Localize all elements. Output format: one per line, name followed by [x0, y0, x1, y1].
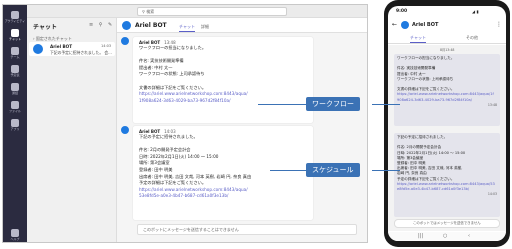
phone-icon: [11, 83, 19, 91]
apps-icon: [11, 119, 19, 127]
back-arrow-icon[interactable]: ←: [392, 21, 397, 28]
mobile-tabs: チャット その他: [388, 34, 506, 44]
mobile-compose-box[interactable]: このボットではメッセージを送信できません: [394, 219, 500, 228]
message-link[interactable]: https://ariel.www.arielnetworkshop.com:8…: [139, 187, 249, 200]
schedule-callout: スケジュール: [306, 163, 360, 177]
status-indicators: ◢ ▮: [472, 9, 479, 14]
tab-chat[interactable]: チャット: [179, 24, 195, 32]
mobile-message-time: 13:48: [487, 102, 497, 107]
rail-item-label: チャット: [9, 37, 21, 41]
schedule-message: Ariel BOT 14:03 下記の予定に招待されました。 件名: 2月の開発予定…: [133, 126, 313, 220]
workflow-message: Ariel BOT 13:48 ワークフローの担当になりました。 件名: 実技技術開…: [133, 37, 313, 123]
mobile-tab-chat[interactable]: チャット: [410, 35, 426, 43]
schedule-callout-line: [270, 170, 310, 171]
rail-item-label: アプリ: [10, 127, 20, 131]
bot-avatar: [122, 21, 131, 30]
rail-item-label: 通話: [11, 91, 18, 95]
mobile-title: Ariel BOT: [412, 22, 439, 28]
mobile-tab-more[interactable]: その他: [466, 35, 478, 41]
message-line: 予定の詳細は下記をご覧ください。: [139, 180, 207, 186]
file-icon: [11, 101, 19, 109]
conversation-header: Ariel BOT チャット 詳細: [117, 18, 367, 33]
conversation-title: Ariel BOT: [135, 22, 167, 29]
rail-item-3[interactable]: 予定表: [3, 63, 27, 81]
rail-item-1[interactable]: チャット: [3, 27, 27, 45]
nav-recent-icon[interactable]: |||: [418, 233, 423, 239]
mobile-header: ← Ariel BOT ⋮: [388, 18, 506, 32]
rail-item-0[interactable]: アクティビティ: [3, 9, 27, 27]
message-line: [139, 78, 313, 85]
nav-back-icon[interactable]: ‹: [468, 233, 470, 239]
status-time: 9:00: [396, 9, 408, 14]
help-icon: [11, 229, 19, 237]
workflow-callout-line-right: [372, 104, 400, 105]
rail-item-label: ヘルプ: [10, 237, 20, 241]
title-bar: ⚲ 検索: [27, 5, 367, 18]
schedule-callout-line-right: [372, 170, 400, 171]
phone-frame: 9:00 ◢ ▮ ← Ariel BOT ⋮ チャット その他 8月13:48 …: [384, 0, 510, 247]
more-icon[interactable]: ⋮: [496, 21, 502, 28]
rail-item-2[interactable]: チーム: [3, 45, 27, 63]
chat-icon: [11, 29, 19, 37]
chat-list-title: チャット: [33, 24, 57, 31]
bot-avatar: [33, 44, 43, 54]
tab-details[interactable]: 詳細: [201, 24, 209, 30]
workflow-callout: ワークフロー: [306, 97, 360, 111]
mobile-message-link[interactable]: https://ariel.www.arielnetworkshop.com:8…: [397, 92, 495, 102]
bell-icon: [11, 11, 19, 19]
message-avatar: [121, 37, 129, 45]
rail-item-7[interactable]: ヘルプ: [3, 227, 27, 242]
calendar-icon: [11, 65, 19, 73]
chat-item-preview: 下記の予定に招待されました。 会...: [50, 50, 112, 55]
chat-list-actions[interactable]: ≡ ⚲ ✎: [89, 22, 114, 28]
rail-item-label: アクティビティ: [4, 19, 26, 23]
chat-item-time: 14:03: [101, 44, 112, 48]
message-line: ワークフローの状態: 上司承認待ち: [139, 71, 205, 77]
message-line: ワークフローの担当になりました。: [139, 45, 207, 50]
mobile-message-link[interactable]: https://ariel.www.arielnetworkshop.com:8…: [397, 182, 495, 192]
chat-list-item[interactable]: Ariel BOT 下記の予定に招待されました。 会... 14:03: [29, 42, 115, 56]
team-icon: [11, 47, 19, 55]
app-rail: アクティビティ チャットチーム予定表通話ファイルアプリヘルプ: [3, 5, 27, 242]
message-line: 場所: 第3会議室: [139, 160, 170, 166]
teams-desktop-window: アクティビティ チャット チーム 予定表 通話 ファイル アプリ ヘルプ ⚲ 検索 チャット …: [2, 4, 368, 243]
rail-item-4[interactable]: 通話: [3, 81, 27, 99]
bot-avatar: [401, 21, 409, 29]
mobile-message-time: 14:03: [487, 192, 497, 197]
android-nav-bar: ||| ○ ‹: [388, 232, 506, 241]
mobile-schedule-message: 下記の予定に招待されました。 件名: 2月の開発予定会計会 日時: 2022年2月…: [394, 133, 500, 217]
message-line: 文書の詳細は下記をご覧ください。: [139, 84, 207, 90]
search-input[interactable]: ⚲ 検索: [137, 7, 287, 16]
search-placeholder: 検索: [146, 9, 155, 14]
date-separator: 8月13:48: [440, 48, 455, 52]
chat-list-pane: チャット ≡ ⚲ ✎ › 固定されたチャット Ariel BOT 下記の予定に招…: [27, 18, 117, 242]
message-line: 下記の予定に招待されました。: [139, 134, 198, 139]
workflow-callout-line: [258, 104, 310, 105]
rail-item-label: チーム: [10, 55, 20, 59]
nav-home-icon[interactable]: ○: [443, 233, 447, 239]
rail-item-6[interactable]: アプリ: [3, 117, 27, 135]
chat-item-name: Ariel BOT: [50, 44, 73, 49]
rail-item-label: ファイル: [8, 109, 21, 113]
compose-box[interactable]: このボットにメッセージを送信することはできません: [137, 224, 357, 235]
message-avatar: [121, 126, 129, 134]
conversation-pane: Ariel BOT チャット 詳細 Ariel BOT 13:48 ワークフローの担…: [117, 18, 367, 242]
mobile-conversation: 8月13:48 ワークフローの担当になりました。 件名: 実技技術開発準備 提出者…: [388, 45, 506, 231]
mobile-screen: 9:00 ◢ ▮ ← Ariel BOT ⋮ チャット その他 8月13:48 …: [388, 6, 506, 241]
message-link[interactable]: https://ariel.www.arielnetworkshop.com:8…: [139, 91, 249, 104]
message-line: 件名: 実技技術開発準備: [139, 58, 184, 64]
rail-item-5[interactable]: ファイル: [3, 99, 27, 117]
mobile-workflow-message: ワークフローの担当になりました。 件名: 実技技術開発準備 提出者: 中村 太一ワ…: [394, 54, 500, 126]
message-line: 件名: 2月の開発予定会計会: [139, 147, 191, 153]
rail-item-label: 予定表: [10, 73, 20, 77]
